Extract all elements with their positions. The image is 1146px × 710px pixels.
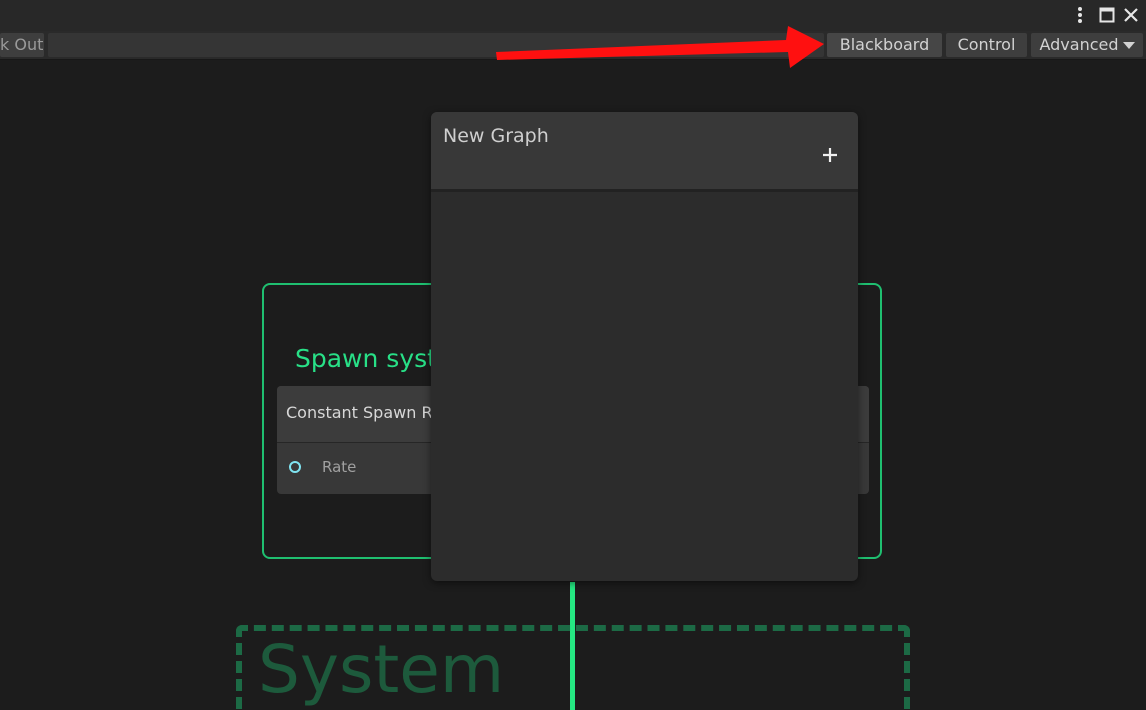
blackboard-title: New Graph: [443, 125, 549, 147]
kebab-menu-icon[interactable]: [1071, 4, 1089, 26]
rate-input-port-icon[interactable]: [289, 461, 301, 473]
advanced-label: Advanced: [1039, 35, 1119, 54]
checkout-button[interactable]: k Out: [0, 33, 44, 57]
annotation-arrow-icon: [496, 26, 824, 68]
maximize-icon[interactable]: [1097, 4, 1117, 26]
close-icon[interactable]: [1121, 4, 1141, 26]
rate-label: Rate: [322, 458, 357, 476]
blackboard-header: New Graph: [431, 112, 858, 192]
blackboard-button[interactable]: Blackboard: [827, 33, 942, 57]
control-button[interactable]: Control: [946, 33, 1027, 57]
system-placeholder-label: System: [258, 631, 505, 708]
vfx-graph-window: k Out Blackboard Control Advanced Spawn …: [0, 0, 1146, 710]
blackboard-panel[interactable]: New Graph: [431, 112, 858, 581]
plus-icon[interactable]: [817, 142, 843, 168]
advanced-dropdown[interactable]: Advanced: [1031, 33, 1143, 57]
caret-down-icon: [1122, 42, 1135, 49]
